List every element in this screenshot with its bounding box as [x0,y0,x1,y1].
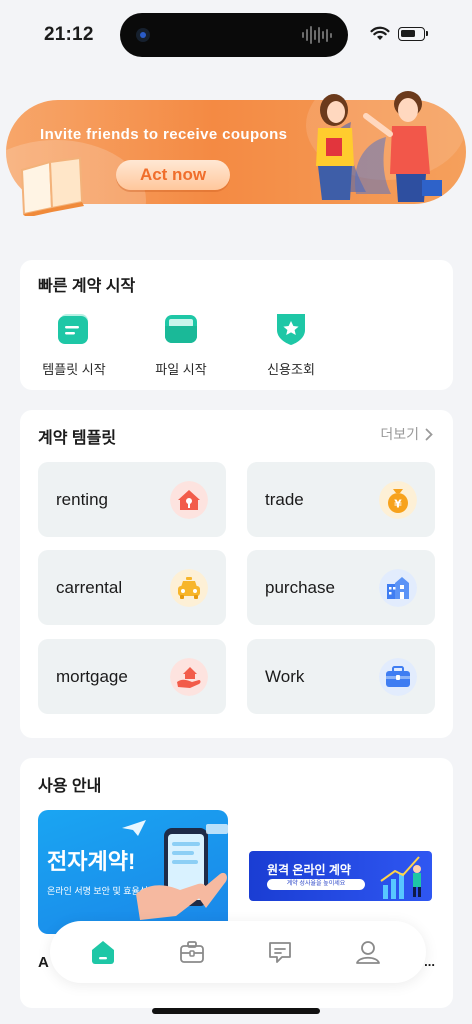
growth-chart-illustration [380,856,421,899]
template-tile-mortgage[interactable]: mortgage [38,639,226,714]
profile-icon [356,941,380,964]
book-icon [20,156,84,216]
nav-contracts[interactable] [175,935,209,969]
template-label: purchase [265,578,335,597]
message-icon [269,942,291,963]
more-link[interactable]: 더보기 [380,424,433,444]
template-tile-renting[interactable]: renting [38,462,226,537]
template-tile-work[interactable]: Work [247,639,435,714]
more-label: 더보기 [380,426,419,442]
guide-card1-heading: 전자계약! [47,849,136,874]
quick-item-template[interactable]: 템플릿 시작 [29,312,119,378]
template-tile-purchase[interactable]: purchase [247,550,435,625]
template-label: renting [56,490,108,509]
wifi-icon [370,26,390,40]
battery-icon [398,27,428,41]
dynamic-island [120,13,348,57]
guide-article-image-1[interactable]: 전자계약! 온라인 서명 보안 및 효율성 [38,810,228,934]
folder-icon [165,315,197,343]
template-label: mortgage [56,667,128,686]
status-bar: 21:12 [0,0,472,70]
template-label: Work [265,667,305,686]
car-icon [170,569,208,607]
template-icon [58,314,88,344]
guide-caption-left: A [38,954,49,971]
briefcase-icon [180,941,204,963]
guide-article-image-2[interactable]: 원격 온라인 계약 계약 성사율을 높이세요 [249,851,432,901]
audio-wave-icon [302,26,332,44]
template-tile-carrental[interactable]: carrental [38,550,226,625]
chevron-right-icon [425,428,433,440]
home-icon [92,941,114,964]
contract-templates-card: 계약 템플릿 더보기 renting trade ¥ carrental pur… [20,410,453,738]
svg-text:¥: ¥ [394,498,402,511]
bottom-nav [50,921,426,983]
quick-item-label: 신용조회 [267,362,315,377]
briefcase-icon [379,658,417,696]
camera-dot [136,28,150,42]
quick-item-file[interactable]: 파일 시작 [136,312,226,378]
nav-profile[interactable] [351,935,385,969]
status-time: 21:12 [44,24,94,45]
quick-item-label: 템플릿 시작 [42,362,106,377]
guide-title: 사용 안내 [38,778,102,795]
nav-messages[interactable] [263,935,297,969]
nav-home[interactable] [86,935,120,969]
banner-text: Invite friends to receive coupons [40,126,288,143]
template-label: trade [265,490,304,509]
template-tile-trade[interactable]: trade ¥ [247,462,435,537]
phone-hand-illustration [136,824,228,920]
template-label: carrental [56,578,123,597]
guide-caption-right: ... [424,954,435,969]
money-bag-icon: ¥ [379,481,417,519]
templates-title: 계약 템플릿 [38,430,117,447]
building-icon [379,569,417,607]
quick-item-label: 파일 시작 [155,362,207,377]
home-indicator [152,1008,320,1014]
guide-card1-sub: 온라인 서명 보안 및 효율성 [47,886,149,896]
quick-start-card: 빠른 계약 시작 템플릿 시작 파일 시작 신용조회 [20,260,453,390]
people-illustration [316,91,442,202]
guide-card2-heading: 원격 온라인 계약 [267,863,351,877]
act-now-button[interactable]: Act now [116,160,230,190]
quick-item-credit[interactable]: 신용조회 [246,312,336,378]
house-key-icon [170,481,208,519]
hand-house-icon [170,658,208,696]
promo-banner[interactable]: Invite friends to receive coupons Act no… [6,91,466,216]
quick-start-title: 빠른 계약 시작 [38,278,136,295]
shield-star-icon [277,314,305,345]
guide-card2-sub: 계약 성사율을 높이세요 [267,879,365,890]
